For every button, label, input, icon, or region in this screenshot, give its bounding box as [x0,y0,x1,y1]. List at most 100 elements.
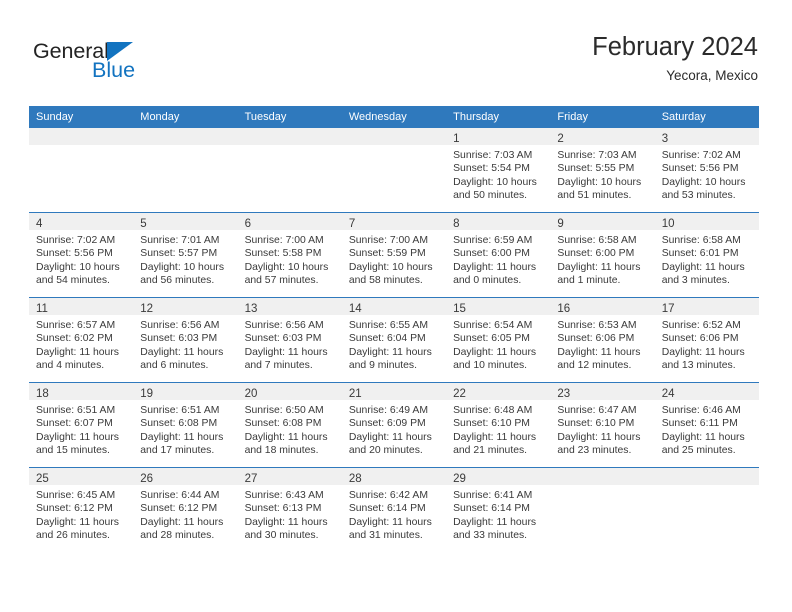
daylight-text-line2: and 7 minutes. [244,359,313,371]
daylight-text-line1: Daylight: 11 hours [557,261,641,273]
sunset-text: Sunset: 6:07 PM [36,418,113,430]
calendar-day-cell[interactable]: 21 Sunrise: 6:49 AM Sunset: 6:09 PM Dayligh… [341,382,447,468]
calendar-cell-empty [29,128,134,213]
calendar-day-cell[interactable]: 12 Sunrise: 6:56 AM Sunset: 6:03 PM Dayligh… [133,297,238,383]
daylight-text-line2: and 1 minute. [557,274,621,286]
page-header: General Blue February 2024 Yecora, Mexic… [0,0,792,100]
calendar-day-cell[interactable]: 19 Sunrise: 6:51 AM Sunset: 6:08 PM Dayligh… [133,382,238,468]
day-details: Sunrise: 6:43 AM Sunset: 6:13 PM Daylight:… [238,485,342,542]
day-details: Sunrise: 6:58 AM Sunset: 6:01 PM Daylight:… [655,230,759,287]
sunset-text: Sunset: 6:09 PM [348,418,426,430]
weekday-header-thursday: Thursday [446,106,551,128]
daylight-text-line2: and 18 minutes. [244,444,319,456]
sunrise-text: Sunrise: 7:02 AM [661,150,741,161]
sunset-text: Sunset: 6:08 PM [244,418,322,430]
sunset-text: Sunset: 6:12 PM [36,503,113,515]
calendar-week-row: 11 Sunrise: 6:57 AM Sunset: 6:02 PM Dayligh… [29,297,759,383]
general-blue-logo[interactable]: General Blue [33,40,163,85]
daynum-strip [29,128,134,145]
daylight-text-line2: and 17 minutes. [140,444,215,456]
sunset-text: Sunset: 6:00 PM [557,248,635,260]
day-details: Sunrise: 6:55 AM Sunset: 6:04 PM Daylight:… [342,315,446,372]
daynum-strip: 28 [341,468,447,485]
page-title: February 2024 [592,33,758,61]
calendar-day-cell[interactable]: 24 Sunrise: 6:46 AM Sunset: 6:11 PM Dayligh… [654,382,759,468]
calendar-day-cell[interactable]: 23 Sunrise: 6:47 AM Sunset: 6:10 PM Dayligh… [550,382,655,468]
day-number: 23 [557,388,571,400]
daylight-text-line2: and 15 minutes. [36,444,110,456]
day-number: 24 [661,388,675,400]
sunset-text: Sunset: 6:01 PM [661,248,739,260]
day-number: 13 [244,303,258,315]
page-subtitle: Yecora, Mexico [666,68,758,83]
calendar-day-cell[interactable]: 10 Sunrise: 6:58 AM Sunset: 6:01 PM Dayligh… [654,212,759,298]
day-details: Sunrise: 7:01 AM Sunset: 5:57 PM Daylight:… [133,230,237,287]
daynum-strip: 1 [446,128,551,145]
calendar-day-cell[interactable]: 6 Sunrise: 7:00 AM Sunset: 5:58 PM Daylight… [237,212,342,298]
calendar-day-cell[interactable]: 22 Sunrise: 6:48 AM Sunset: 6:10 PM Dayligh… [446,382,551,468]
calendar-day-cell[interactable]: 29 Sunrise: 6:41 AM Sunset: 6:14 PM Dayligh… [446,467,551,552]
calendar-day-cell[interactable]: 28 Sunrise: 6:42 AM Sunset: 6:14 PM Dayligh… [341,467,447,552]
calendar-day-cell[interactable]: 8 Sunrise: 6:59 AM Sunset: 6:00 PM Daylight… [446,212,551,298]
day-number: 3 [661,133,669,145]
daylight-text-line2: and 21 minutes. [453,444,528,456]
day-number: 27 [244,473,258,485]
day-details: Sunrise: 6:44 AM Sunset: 6:12 PM Daylight:… [133,485,237,542]
daynum-strip: 2 [550,128,655,145]
day-number: 8 [453,218,460,230]
calendar-week-row: 1 Sunrise: 7:03 AM Sunset: 5:54 PM Daylight… [29,128,759,213]
calendar-day-cell[interactable]: 4 Sunrise: 7:02 AM Sunset: 5:56 PM Daylight… [29,212,134,298]
daynum-strip: 8 [446,213,551,230]
sunrise-text: Sunrise: 6:42 AM [348,490,428,501]
sunrise-text: Sunrise: 6:44 AM [140,490,220,501]
sunrise-text: Sunrise: 6:57 AM [36,320,116,331]
calendar-day-cell[interactable]: 16 Sunrise: 6:53 AM Sunset: 6:06 PM Dayligh… [550,297,655,383]
calendar-day-cell[interactable]: 7 Sunrise: 7:00 AM Sunset: 5:59 PM Daylight… [341,212,447,298]
daylight-text-line1: Daylight: 10 hours [661,176,746,188]
daylight-text-line2: and 31 minutes. [348,529,423,541]
weekday-header-tuesday: Tuesday [237,106,342,128]
day-details: Sunrise: 6:42 AM Sunset: 6:14 PM Daylight:… [342,485,446,542]
calendar-day-cell[interactable]: 14 Sunrise: 6:55 AM Sunset: 6:04 PM Dayligh… [341,297,447,383]
daylight-text-line1: Daylight: 10 hours [557,176,642,188]
calendar-day-cell[interactable]: 11 Sunrise: 6:57 AM Sunset: 6:02 PM Dayligh… [29,297,134,383]
logo-text-blue: Blue [92,58,136,82]
weekday-header-friday: Friday [550,106,655,128]
day-details: Sunrise: 6:52 AM Sunset: 6:06 PM Daylight:… [655,315,759,372]
calendar-day-cell[interactable]: 2 Sunrise: 7:03 AM Sunset: 5:55 PM Daylight… [550,128,655,213]
daylight-text-line2: and 54 minutes. [36,274,110,286]
calendar-day-cell[interactable]: 15 Sunrise: 6:54 AM Sunset: 6:05 PM Dayligh… [446,297,551,383]
calendar-day-cell[interactable]: 27 Sunrise: 6:43 AM Sunset: 6:13 PM Dayligh… [237,467,342,552]
daylight-text-line2: and 56 minutes. [140,274,215,286]
daylight-text-line2: and 53 minutes. [661,189,736,201]
weekday-header-row: Sunday Monday Tuesday Wednesday Thursday Frid… [29,106,759,128]
calendar-day-cell[interactable]: 1 Sunrise: 7:03 AM Sunset: 5:54 PM Daylight… [446,128,551,213]
daynum-strip: 4 [29,213,134,230]
day-number: 11 [36,303,48,315]
calendar-day-cell[interactable]: 20 Sunrise: 6:50 AM Sunset: 6:08 PM Dayligh… [237,382,342,468]
calendar-day-cell[interactable]: 9 Sunrise: 6:58 AM Sunset: 6:00 PM Daylight… [550,212,655,298]
calendar-day-cell[interactable]: 18 Sunrise: 6:51 AM Sunset: 6:07 PM Dayligh… [29,382,134,468]
daynum-strip: 17 [654,298,759,315]
calendar-day-cell[interactable]: 13 Sunrise: 6:56 AM Sunset: 6:03 PM Dayligh… [237,297,342,383]
daylight-text-line1: Daylight: 11 hours [453,346,537,358]
calendar-day-cell[interactable]: 26 Sunrise: 6:44 AM Sunset: 6:12 PM Dayligh… [133,467,238,552]
sunset-text: Sunset: 6:14 PM [348,503,426,515]
daylight-text-line1: Daylight: 11 hours [348,346,432,358]
daynum-strip: 14 [341,298,447,315]
sunrise-text: Sunrise: 6:51 AM [36,405,116,416]
daylight-text-line2: and 23 minutes. [557,444,632,456]
calendar-day-cell[interactable]: 5 Sunrise: 7:01 AM Sunset: 5:57 PM Daylight… [133,212,238,298]
sunrise-text: Sunrise: 6:46 AM [661,405,741,416]
daynum-strip: 16 [550,298,655,315]
calendar-day-cell[interactable]: 25 Sunrise: 6:45 AM Sunset: 6:12 PM Dayligh… [29,467,134,552]
calendar-day-cell[interactable]: 17 Sunrise: 6:52 AM Sunset: 6:06 PM Dayligh… [654,297,759,383]
sunrise-text: Sunrise: 6:55 AM [348,320,428,331]
calendar-cell-empty [133,128,238,213]
daylight-text-line1: Daylight: 11 hours [140,346,224,358]
sunset-text: Sunset: 5:58 PM [244,248,322,260]
sunrise-text: Sunrise: 6:43 AM [244,490,324,501]
calendar-day-cell[interactable]: 3 Sunrise: 7:02 AM Sunset: 5:56 PM Daylight… [654,128,759,213]
daynum-strip [550,468,655,485]
sunset-text: Sunset: 5:56 PM [661,163,739,175]
